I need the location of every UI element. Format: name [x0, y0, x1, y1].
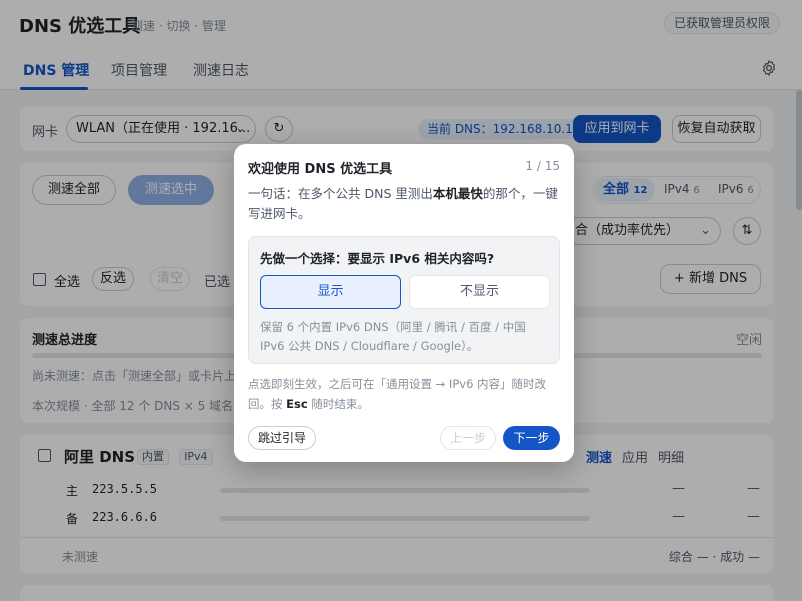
dialog-title: 欢迎使用 DNS 优选工具	[248, 162, 393, 177]
ipv6-question: 先做一个选择：要显示 IPv6 相关内容吗?	[260, 251, 495, 266]
ipv6-choice-box: 先做一个选择：要显示 IPv6 相关内容吗? 显示 不显示 保留 6 个内置 I…	[248, 236, 560, 364]
footnote-suffix: 随时结束。	[311, 397, 369, 411]
ipv6-choice-note: 保留 6 个内置 IPv6 DNS（阿里 / 腾讯 / 百度 / 中国 IPv6…	[260, 320, 526, 353]
onboarding-dialog: 欢迎使用 DNS 优选工具 1 / 15 一句话：在多个公共 DNS 里测出本机…	[234, 144, 574, 462]
next-step-button[interactable]: 下一步	[503, 426, 560, 450]
skip-guide-button[interactable]: 跳过引导	[248, 426, 316, 450]
dialog-body: 一句话：在多个公共 DNS 里测出本机最快的那个，一键写进网卡。	[248, 184, 560, 224]
dialog-body-emphasis: 本机最快	[432, 186, 483, 201]
dialog-body-prefix: 一句话：在多个公共 DNS 里测出	[248, 186, 433, 201]
dialog-step-counter: 1 / 15	[525, 159, 560, 173]
show-ipv6-option[interactable]: 显示	[260, 275, 401, 309]
dialog-footnote: 点选即刻生效，之后可在「通用设置 → IPv6 内容」随时改回。按 Esc 随时…	[248, 374, 560, 414]
previous-step-button[interactable]: 上一步	[440, 426, 496, 450]
hide-ipv6-option[interactable]: 不显示	[409, 275, 550, 309]
esc-key-label: Esc	[286, 397, 308, 411]
